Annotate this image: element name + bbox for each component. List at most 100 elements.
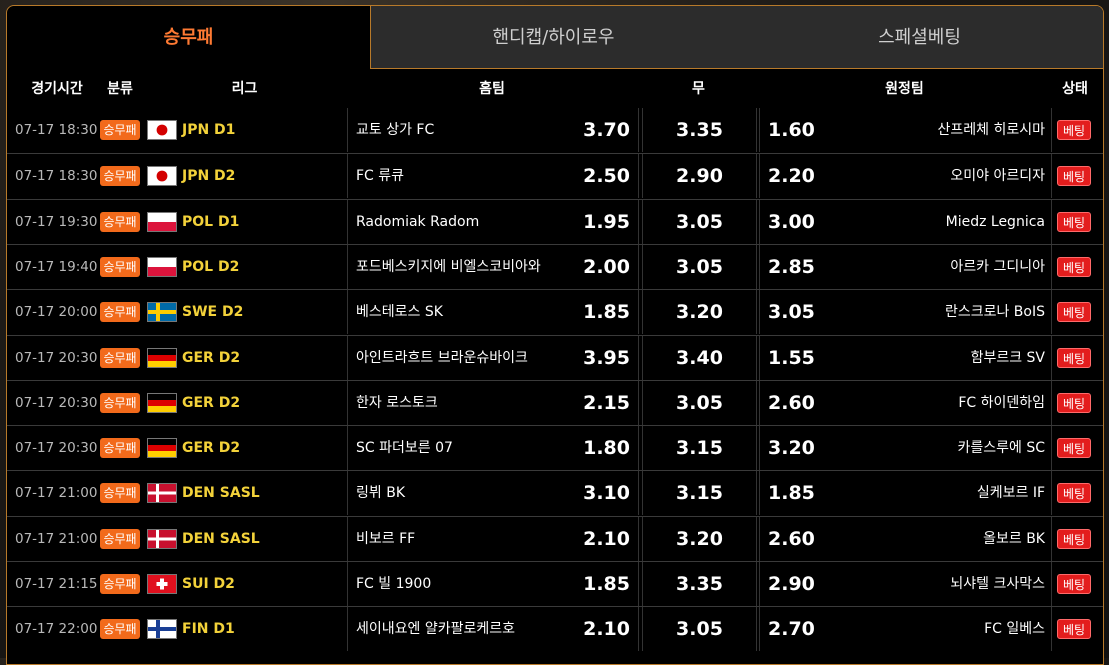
home-team-name: FC 류큐 (356, 168, 405, 185)
bet-button[interactable]: 베팅 (1057, 302, 1091, 323)
draw-odd-value: 3.20 (676, 301, 723, 324)
league-name: SUI D2 (182, 576, 235, 592)
draw-odd-value: 3.35 (676, 119, 723, 141)
away-odd-button[interactable]: 3.00 Miedz Legnica (759, 199, 1052, 244)
away-odd-button[interactable]: 3.20 카를스루에 SC (759, 426, 1052, 471)
draw-odd-button[interactable]: 3.20 (642, 516, 757, 561)
home-team-name: Radomiak Radom (356, 213, 480, 230)
home-team-name: 세이내요엔 얄카팔로케르호 (356, 621, 516, 638)
match-row: 07-17 21:00 승무패 DEN SASL 비보르 FF 2.10 3.2… (7, 515, 1103, 561)
away-odd-button[interactable]: 1.55 함부르크 SV (759, 335, 1052, 380)
home-team-name: SC 파더보른 07 (356, 440, 453, 457)
match-row: 07-17 20:30 승무패 GER D2 아인트라흐트 브라운슈바이크 3.… (7, 334, 1103, 380)
bet-button[interactable]: 베팅 (1057, 574, 1091, 594)
home-odd-button[interactable]: 비보르 FF 2.10 (347, 516, 639, 561)
home-odd-button[interactable]: 아인트라흐트 브라운슈바이크 3.95 (347, 335, 639, 380)
category-badge: 승무패 (100, 211, 140, 232)
home-odd-button[interactable]: FC 류큐 2.50 (347, 154, 639, 199)
tab-special-betting[interactable]: 스페셜베팅 (736, 6, 1103, 69)
home-odd-button[interactable]: 교토 상가 FC 3.70 (347, 108, 639, 152)
draw-odd-value: 3.40 (676, 346, 723, 369)
category-badge: 승무패 (100, 347, 140, 368)
draw-odd-button[interactable]: 3.15 (642, 471, 757, 516)
match-time: 07-17 18:30 (15, 122, 98, 138)
league-name: POL D1 (182, 213, 240, 230)
away-team-name: 아르카 그디니아 (950, 258, 1045, 275)
match-row: 07-17 20:30 승무패 GER D2 SC 파더보른 07 1.80 3… (7, 425, 1103, 471)
category-badge: 승무패 (100, 120, 140, 140)
away-team-name: Miedz Legnica (945, 213, 1045, 230)
draw-odd-button[interactable]: 3.05 (642, 199, 757, 244)
match-row: 07-17 20:30 승무패 GER D2 한자 로스토크 2.15 3.05… (7, 379, 1103, 425)
away-odd-value: 2.70 (768, 618, 815, 641)
draw-odd-button[interactable]: 3.20 (642, 290, 757, 335)
away-team-name: 란스크로나 BoIS (944, 304, 1045, 321)
away-odd-button[interactable]: 2.85 아르카 그디니아 (759, 244, 1052, 289)
germany-flag-icon (147, 438, 177, 459)
league-name: GER D2 (182, 440, 241, 457)
home-team-name: 교토 상가 FC (356, 122, 435, 138)
draw-odd-value: 3.05 (676, 391, 723, 414)
match-row: 07-17 18:30 승무패 JPN D2 FC 류큐 2.50 2.90 2… (7, 153, 1103, 199)
home-odd-button[interactable]: 베스테로스 SK 1.85 (347, 290, 639, 335)
bet-button[interactable]: 베팅 (1057, 619, 1091, 640)
away-odd-button[interactable]: 2.20 오미야 아르디자 (759, 154, 1052, 199)
home-odd-value: 1.85 (583, 573, 630, 595)
home-odd-button[interactable]: Radomiak Radom 1.95 (347, 199, 639, 244)
home-odd-value: 3.10 (583, 482, 630, 505)
bet-button[interactable]: 베팅 (1057, 528, 1091, 549)
bet-button[interactable]: 베팅 (1057, 256, 1091, 277)
denmark-flag-icon (147, 483, 177, 504)
bet-button[interactable]: 베팅 (1057, 483, 1091, 504)
away-odd-button[interactable]: 3.05 란스크로나 BoIS (759, 290, 1052, 335)
home-odd-button[interactable]: SC 파더보른 07 1.80 (347, 426, 639, 471)
home-odd-value: 2.10 (583, 527, 630, 550)
home-odd-value: 3.95 (583, 346, 630, 369)
bet-button[interactable]: 베팅 (1057, 211, 1091, 232)
match-time: 07-17 18:30 (15, 168, 98, 185)
home-odd-button[interactable]: 세이내요엔 얄카팔로케르호 2.10 (347, 607, 639, 652)
draw-odd-button[interactable]: 3.15 (642, 426, 757, 471)
switzerland-flag-icon (147, 574, 177, 594)
away-odd-button[interactable]: 2.60 FC 하이덴하임 (759, 380, 1052, 425)
tab-win-draw-lose[interactable]: 승무패 (7, 6, 371, 69)
away-odd-button[interactable]: 1.60 산프레체 히로시마 (759, 108, 1052, 152)
bet-button[interactable]: 베팅 (1057, 438, 1091, 459)
draw-odd-button[interactable]: 3.05 (642, 607, 757, 652)
home-team-name: 한자 로스토크 (356, 394, 438, 411)
betting-panel: 승무패 핸디캡/하이로우 스페셜베팅 경기시간 분류 리그 홈팀 무 원정팀 상… (6, 5, 1104, 665)
tab-bar: 승무패 핸디캡/하이로우 스페셜베팅 (7, 6, 1103, 70)
away-odd-value: 3.05 (768, 301, 815, 324)
away-odd-button[interactable]: 1.85 실케보르 IF (759, 471, 1052, 516)
away-odd-button[interactable]: 2.70 FC 일베스 (759, 607, 1052, 652)
header-time: 경기시간 (31, 81, 83, 97)
draw-odd-button[interactable]: 3.35 (642, 108, 757, 152)
league-name: SWE D2 (182, 304, 244, 321)
draw-odd-button[interactable]: 3.35 (642, 562, 757, 606)
away-team-name: 뇌샤텔 크사막스 (950, 576, 1045, 592)
draw-odd-value: 3.20 (676, 527, 723, 550)
match-row: 07-17 18:30 승무패 JPN D1 교토 상가 FC 3.70 3.3… (7, 108, 1103, 153)
draw-odd-button[interactable]: 3.40 (642, 335, 757, 380)
category-badge: 승무패 (100, 392, 140, 413)
league-name: DEN SASL (182, 530, 260, 547)
draw-odd-button[interactable]: 3.05 (642, 380, 757, 425)
bet-button[interactable]: 베팅 (1057, 120, 1091, 140)
bet-button[interactable]: 베팅 (1057, 392, 1091, 413)
home-odd-button[interactable]: 포드베스키지에 비엘스코비아와 2.00 (347, 244, 639, 289)
match-row: 07-17 22:00 승무패 FIN D1 세이내요엔 얄카팔로케르호 2.1… (7, 606, 1103, 652)
sweden-flag-icon (147, 302, 177, 323)
tab-handicap-over-under[interactable]: 핸디캡/하이로우 (371, 6, 736, 69)
draw-odd-button[interactable]: 2.90 (642, 154, 757, 199)
away-odd-button[interactable]: 2.90 뇌샤텔 크사막스 (759, 562, 1052, 606)
bet-button[interactable]: 베팅 (1057, 166, 1091, 187)
away-odd-value: 2.85 (768, 255, 815, 278)
bet-button[interactable]: 베팅 (1057, 347, 1091, 368)
home-odd-button[interactable]: 링뷔 BK 3.10 (347, 471, 639, 516)
draw-odd-value: 3.15 (676, 437, 723, 460)
home-team-name: 포드베스키지에 비엘스코비아와 (356, 258, 541, 275)
draw-odd-button[interactable]: 3.05 (642, 244, 757, 289)
away-odd-button[interactable]: 2.60 올보르 BK (759, 516, 1052, 561)
home-odd-button[interactable]: FC 빌 1900 1.85 (347, 562, 639, 606)
home-odd-button[interactable]: 한자 로스토크 2.15 (347, 380, 639, 425)
